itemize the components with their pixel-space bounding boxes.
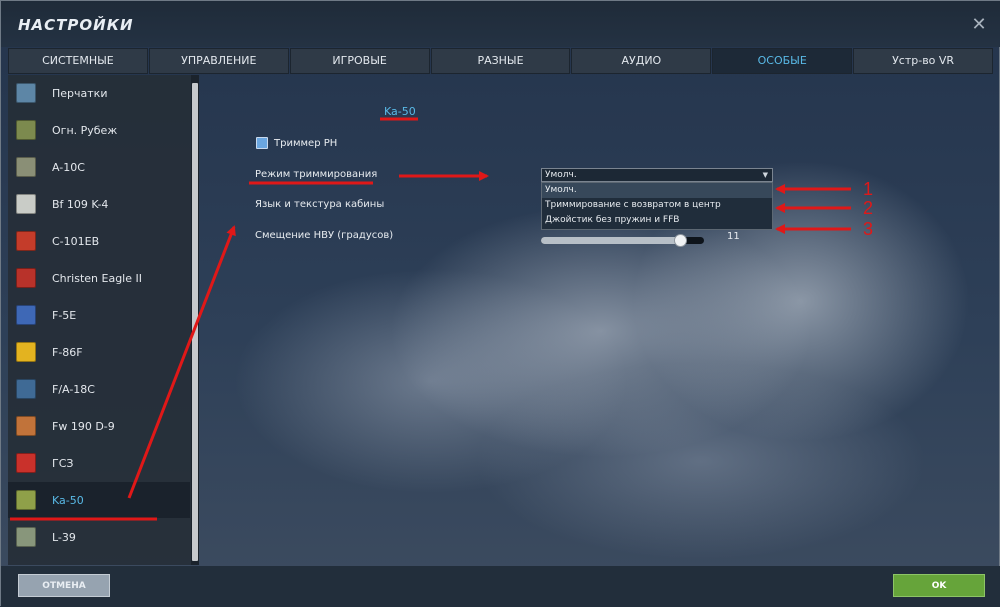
hmd-offset-slider-fill bbox=[541, 237, 680, 244]
sidebar-item-8[interactable]: F-86F bbox=[8, 334, 190, 370]
sidebar-item-label: ГСЗ bbox=[52, 456, 74, 470]
sidebar-item-7[interactable]: F-5E bbox=[8, 297, 190, 333]
sidebar-item-label: L-39 bbox=[52, 530, 76, 544]
trim-mode-option-center-return[interactable]: Триммирование с возвратом в центр bbox=[542, 198, 772, 213]
annotation-number-2: 2 bbox=[863, 198, 873, 218]
c101-icon bbox=[16, 231, 36, 251]
section-title: Ka-50 bbox=[384, 105, 416, 118]
annotation-number-1: 1 bbox=[863, 179, 873, 199]
trimmer-rudder-label: Триммер РН bbox=[274, 138, 338, 149]
bf109-icon bbox=[16, 194, 36, 214]
trim-mode-options: Умолч. Триммирование с возвратом в центр… bbox=[541, 182, 773, 230]
annotation-number-3: 3 bbox=[863, 219, 873, 239]
tab-bar: СИСТЕМНЫЕ УПРАВЛЕНИЕ ИГРОВЫЕ РАЗНЫЕ АУДИО ОСО… bbox=[8, 48, 994, 74]
sidebar-item-5[interactable]: C-101EB bbox=[8, 223, 190, 259]
sidebar-item-10[interactable]: Fw 190 D-9 bbox=[8, 408, 190, 444]
sidebar-item-9[interactable]: F/A-18C bbox=[8, 371, 190, 407]
f5e-icon bbox=[16, 305, 36, 325]
tab-6[interactable]: ОСОБЫЕ bbox=[712, 48, 853, 74]
sidebar-item-label: F-5E bbox=[52, 308, 77, 322]
sidebar-item-2[interactable]: Огн. Рубеж bbox=[8, 112, 190, 148]
sidebar-item-13[interactable]: L-39 bbox=[8, 519, 190, 555]
sidebar-item-12[interactable]: Ka-50 bbox=[8, 482, 190, 518]
hmd-offset-value: 11 bbox=[727, 231, 740, 242]
sidebar-scrollbar[interactable] bbox=[191, 75, 199, 565]
firing-line-icon bbox=[16, 120, 36, 140]
a10c-icon bbox=[16, 157, 36, 177]
sidebar-item-label: F/A-18C bbox=[52, 382, 95, 396]
window-title: НАСТРОЙКИ bbox=[18, 16, 134, 34]
sidebar-item-label: Fw 190 D-9 bbox=[52, 419, 115, 433]
tab-3[interactable]: ИГРОВЫЕ bbox=[289, 48, 430, 74]
ok-button[interactable]: OK bbox=[893, 574, 985, 597]
tab-4[interactable]: РАЗНЫЕ bbox=[430, 48, 571, 74]
f86f-icon bbox=[16, 342, 36, 362]
sidebar-item-label: F-86F bbox=[52, 345, 83, 359]
tab-7[interactable]: Устр-во VR bbox=[853, 48, 994, 74]
l39-icon bbox=[16, 527, 36, 547]
trim-mode-label: Режим триммирования bbox=[255, 169, 378, 180]
cancel-button[interactable]: ОТМЕНА bbox=[18, 574, 110, 597]
sidebar-item-label: Christen Eagle II bbox=[52, 271, 142, 285]
cockpit-language-label: Язык и текстура кабины bbox=[255, 199, 385, 210]
sidebar-item-label: C-101EB bbox=[52, 234, 100, 248]
sidebar-item-1[interactable]: Перчатки bbox=[8, 75, 190, 111]
fw190-icon bbox=[16, 416, 36, 436]
tab-2[interactable]: УПРАВЛЕНИЕ bbox=[148, 48, 289, 74]
hmd-offset-label: Смещение НВУ (градусов) bbox=[255, 230, 394, 241]
trim-mode-option-default[interactable]: Умолч. bbox=[542, 183, 772, 198]
trim-mode-option-no-springs-ffb[interactable]: Джойстик без пружин и FFB bbox=[542, 213, 772, 228]
star-icon bbox=[16, 453, 36, 473]
sidebar-item-3[interactable]: A-10C bbox=[8, 149, 190, 185]
sidebar-item-11[interactable]: ГСЗ bbox=[8, 445, 190, 481]
sidebar-item-label: A-10C bbox=[52, 160, 85, 174]
sidebar-scrollbar-thumb[interactable] bbox=[192, 83, 198, 561]
tab-1[interactable]: СИСТЕМНЫЕ bbox=[8, 48, 148, 74]
ka50-icon bbox=[16, 490, 36, 510]
gloves-icon bbox=[16, 83, 36, 103]
module-sidebar: Перчатки Огн. Рубеж A-10C Bf 109 K-4 C-101EB… bbox=[8, 75, 199, 565]
sidebar-item-label: Перчатки bbox=[52, 86, 108, 100]
tab-5[interactable]: АУДИО bbox=[571, 48, 712, 74]
trim-mode-dropdown-value: Умолч. bbox=[545, 170, 577, 180]
sidebar-item-label: Bf 109 K-4 bbox=[52, 197, 109, 211]
sidebar-item-label: Ka-50 bbox=[52, 493, 84, 507]
footer-bar: ОТМЕНА OK bbox=[1, 566, 1000, 607]
trimmer-rudder-checkbox[interactable] bbox=[256, 137, 268, 149]
chevron-down-icon[interactable]: ▼ bbox=[763, 169, 768, 182]
hmd-offset-slider-handle[interactable] bbox=[674, 234, 687, 247]
christen-eagle-icon bbox=[16, 268, 36, 288]
settings-window: НАСТРОЙКИ ✕ СИСТЕМНЫЕ УПРАВЛЕНИЕ ИГРОВЫЕ РА… bbox=[0, 0, 1000, 607]
sidebar-item-6[interactable]: Christen Eagle II bbox=[8, 260, 190, 296]
fa18c-icon bbox=[16, 379, 36, 399]
sidebar-item-4[interactable]: Bf 109 K-4 bbox=[8, 186, 190, 222]
trim-mode-dropdown[interactable]: Умолч. ▼ bbox=[541, 168, 773, 182]
title-bar: НАСТРОЙКИ ✕ bbox=[1, 1, 1000, 47]
close-icon[interactable]: ✕ bbox=[969, 15, 989, 35]
sidebar-item-label: Огн. Рубеж bbox=[52, 123, 118, 137]
